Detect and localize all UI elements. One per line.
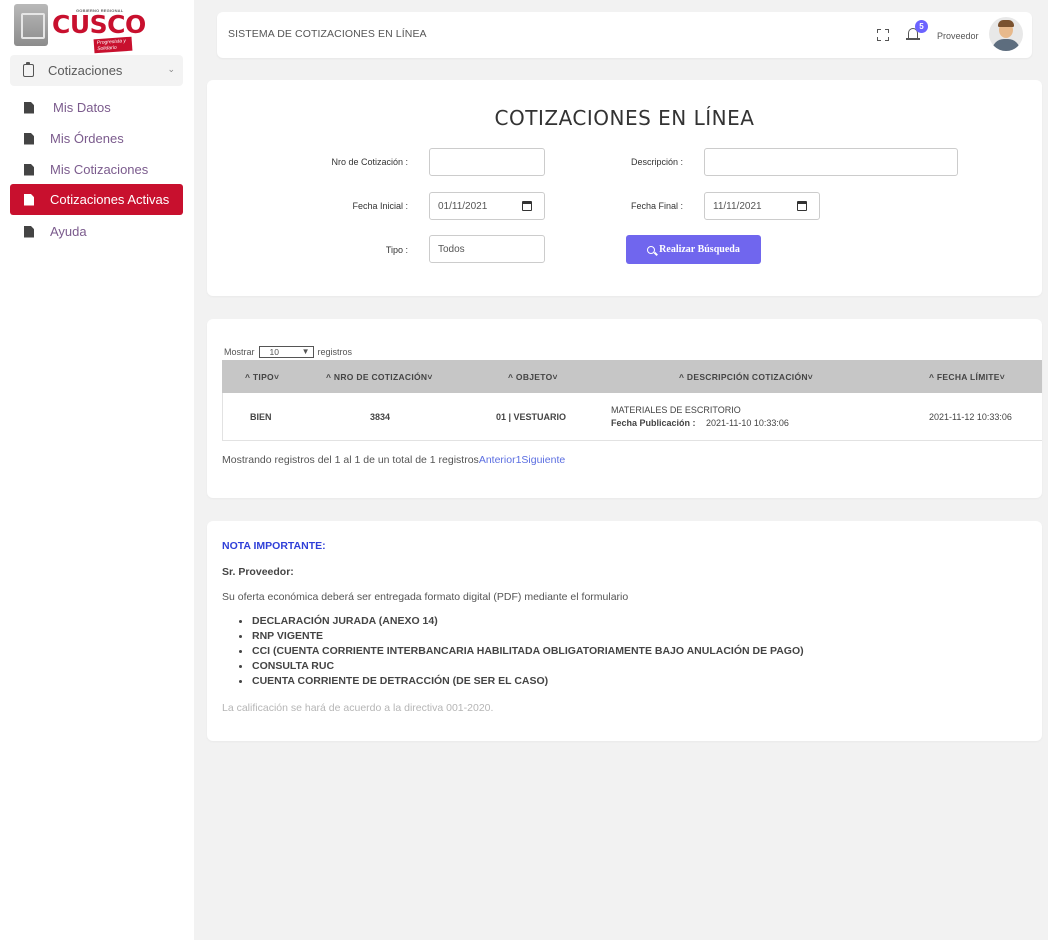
show-suffix: registros — [317, 347, 353, 357]
list-item: RNP VIGENTE — [237, 630, 804, 645]
document-icon — [24, 193, 34, 206]
page-length-select[interactable]: 10 ▼ — [258, 346, 314, 358]
nro-cotizacion-label: Nro de Cotización : — [331, 157, 408, 167]
logo-tagline: Progresista y Solidario — [93, 36, 133, 54]
tipo-label: Tipo : — [385, 245, 408, 255]
chevron-down-icon: ▼ — [301, 347, 310, 356]
table-header: ^ TIPO˅ ^ NRO DE COTIZACIÓN˅ ^ OBJETO˅ ^… — [222, 360, 1042, 393]
list-item: DECLARACIÓN JURADA (ANEXO 14) — [237, 615, 804, 630]
sidebar-item-label: Mis Órdenes — [50, 131, 124, 146]
list-item: CUENTA CORRIENTE DE DETRACCIÓN (DE SER E… — [237, 675, 804, 690]
notification-badge: 5 — [915, 20, 928, 33]
cell-tipo: BIEN — [250, 412, 272, 422]
fecha-final-input[interactable]: 11/11/2021 — [704, 192, 820, 220]
page-length-control: Mostrar 10 ▼ registros — [224, 346, 352, 358]
next-page-link[interactable]: Siguiente — [521, 454, 565, 466]
page-length-value: 10 — [269, 347, 279, 357]
note-footer: La calificación se hará de acuerdo a la … — [222, 702, 494, 714]
column-header-descripcion[interactable]: ^ DESCRIPCIÓN COTIZACIÓN˅ — [679, 372, 813, 382]
sidebar-item-mis-cotizaciones[interactable]: Mis Cotizaciones — [10, 154, 183, 185]
chevron-down-icon: ⌄ — [167, 64, 175, 74]
search-button[interactable]: Realizar Búsqueda — [626, 235, 761, 264]
fecha-final-label: Fecha Final : — [630, 201, 683, 211]
table-row[interactable]: BIEN 3834 01 | VESTUARIO MATERIALES DE E… — [222, 393, 1042, 441]
pagination-info: Mostrando registros del 1 al 1 de un tot… — [222, 454, 565, 466]
note-intro: Su oferta económica deberá ser entregada… — [222, 591, 629, 603]
sidebar-item-label: Ayuda — [50, 224, 87, 239]
sidebar-item-label: Mis Datos — [53, 100, 111, 115]
document-icon — [24, 225, 34, 238]
list-item: CCI (CUENTA CORRIENTE INTERBANCARIA HABI… — [237, 645, 804, 660]
cell-descripcion: MATERIALES DE ESCRITORIO — [611, 405, 741, 415]
sidebar-item-label: Cotizaciones Activas — [50, 192, 170, 207]
tipo-select[interactable]: Todos — [429, 235, 545, 263]
top-bar: SISTEMA DE COTIZACIONES EN LÍNEA 5 Prove… — [217, 12, 1032, 58]
user-name[interactable]: Proveedor — [937, 31, 979, 41]
cell-fecha-limite: 2021-11-12 10:33:06 — [929, 412, 1012, 422]
column-header-objeto[interactable]: ^ OBJETO˅ — [508, 372, 558, 382]
logo-name: CUSCO — [52, 10, 146, 39]
document-icon — [24, 132, 34, 145]
fecha-inicial-input[interactable]: 01/11/2021 — [429, 192, 545, 220]
cell-pub-value: 2021-11-10 10:33:06 — [706, 418, 789, 428]
column-header-tipo[interactable]: ^ TIPO˅ — [245, 372, 279, 382]
sidebar: GOBIERNO REGIONAL CUSCO Progresista y So… — [0, 0, 194, 940]
sidebar-item-mis-ordenes[interactable]: Mis Órdenes — [10, 123, 183, 154]
show-prefix: Mostrar — [224, 347, 255, 357]
document-icon — [24, 163, 34, 176]
regional-emblem-icon — [14, 4, 48, 46]
descripcion-label: Descripción : — [630, 157, 683, 167]
column-header-nro[interactable]: ^ NRO DE COTIZACIÓN˅ — [326, 372, 433, 382]
prev-page-link[interactable]: Anterior — [479, 454, 516, 466]
fullscreen-icon[interactable] — [877, 29, 889, 41]
results-card: Mostrar 10 ▼ registros ^ TIPO˅ ^ NRO DE … — [207, 319, 1042, 498]
column-header-fecha-limite[interactable]: ^ FECHA LÍMITE˅ — [929, 372, 1005, 382]
system-title: SISTEMA DE COTIZACIONES EN LÍNEA — [228, 28, 427, 40]
nro-cotizacion-input[interactable] — [429, 148, 545, 176]
descripcion-input[interactable] — [704, 148, 958, 176]
calendar-icon[interactable] — [797, 201, 807, 211]
page-title: COTIZACIONES EN LÍNEA — [494, 106, 755, 130]
fecha-inicial-value: 01/11/2021 — [438, 200, 488, 212]
avatar[interactable] — [989, 17, 1023, 51]
cell-objeto: 01 | VESTUARIO — [496, 412, 567, 422]
records-info: Mostrando registros del 1 al 1 de un tot… — [222, 454, 479, 466]
document-icon — [24, 101, 34, 114]
cell-nro: 3834 — [370, 412, 391, 422]
note-salutation: Sr. Proveedor: — [222, 566, 294, 578]
menu-cotizaciones-label: Cotizaciones — [48, 63, 123, 78]
sidebar-item-mis-datos[interactable]: Mis Datos — [10, 92, 183, 123]
search-card: COTIZACIONES EN LÍNEA Nro de Cotización … — [207, 80, 1042, 296]
sidebar-item-cotizaciones-activas[interactable]: Cotizaciones Activas — [10, 184, 183, 215]
sidebar-item-label: Mis Cotizaciones — [50, 162, 149, 177]
menu-cotizaciones[interactable]: Cotizaciones ⌄ — [10, 55, 183, 86]
fecha-inicial-label: Fecha Inicial : — [352, 201, 408, 211]
calendar-icon[interactable] — [522, 201, 532, 211]
cusco-logo[interactable]: GOBIERNO REGIONAL CUSCO Progresista y So… — [14, 4, 146, 54]
list-item: CONSULTA RUC — [237, 660, 804, 675]
fecha-final-value: 11/11/2021 — [713, 200, 762, 212]
note-card: NOTA IMPORTANTE: Sr. Proveedor: Su ofert… — [207, 521, 1042, 741]
sidebar-item-ayuda[interactable]: Ayuda — [10, 216, 183, 247]
requirements-list: DECLARACIÓN JURADA (ANEXO 14) RNP VIGENT… — [237, 615, 804, 690]
clipboard-icon — [23, 62, 34, 77]
cell-pub-label: Fecha Publicación : — [611, 418, 696, 428]
search-button-label: Realizar Búsqueda — [659, 244, 740, 255]
search-icon — [647, 245, 656, 254]
note-title: NOTA IMPORTANTE: — [222, 540, 326, 552]
